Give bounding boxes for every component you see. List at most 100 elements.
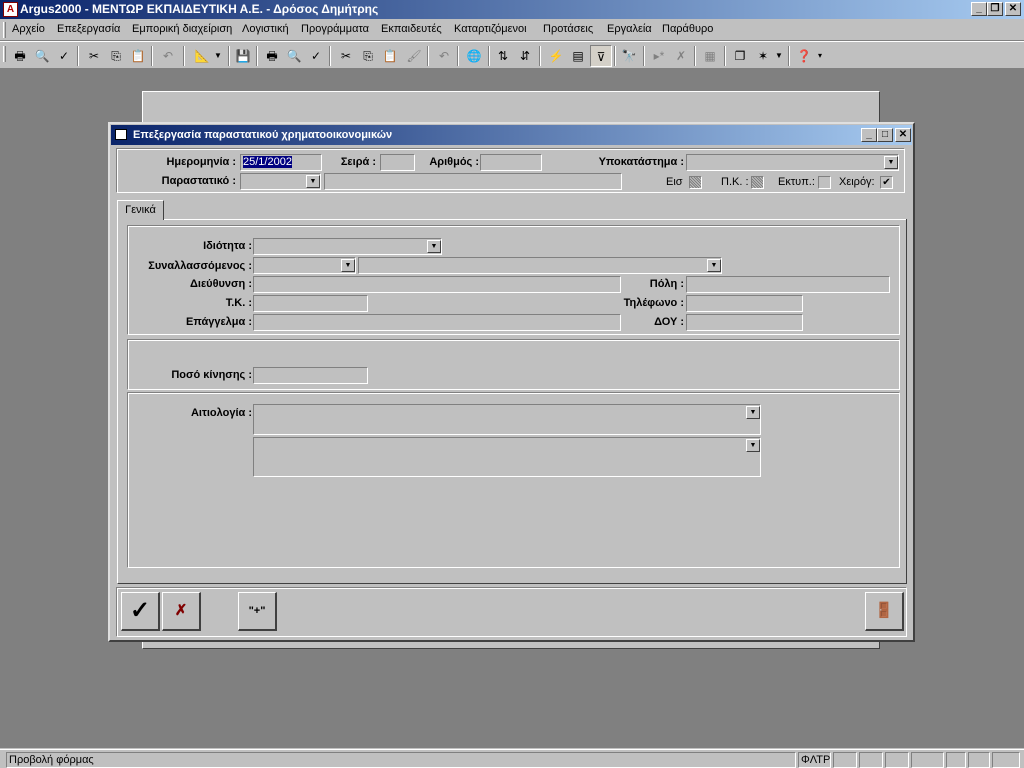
sort-descending-icon[interactable]: ⇵ [514,45,536,67]
database-window-icon[interactable]: ❐ [729,45,751,67]
menu-edit[interactable]: Επεξεργασία [57,23,120,35]
toolbar-separator [228,46,230,66]
copy-icon[interactable]: ⎘ [105,45,127,67]
phone-field[interactable] [686,295,803,312]
checkmark-icon: ✓ [129,597,151,624]
manual-checkbox[interactable]: ✔ [880,176,893,189]
menu-accounting[interactable]: Λογιστική [242,23,289,35]
new-record-icon[interactable]: ▸* [648,45,670,67]
print-icon[interactable]: 🖶 [9,45,31,67]
filter-by-form-icon[interactable]: ▤ [567,45,589,67]
cut-icon[interactable]: ✂ [83,45,105,67]
new-object-dropdown-icon[interactable]: ▼ [773,45,785,67]
branch-combo[interactable]: ▼ [686,154,899,171]
document-label: Παραστατικό : [161,175,236,187]
series-field[interactable] [380,154,415,171]
apply-filter-icon[interactable]: ⊽ [590,45,612,67]
series-label: Σειρά : [340,156,376,168]
undo-icon[interactable]: ↶ [433,45,455,67]
menu-file[interactable]: Αρχείο [12,23,45,35]
status-panel [859,752,883,768]
reason-label: Αιτιολογία : [190,407,252,419]
date-field[interactable]: 25/1/2002 [240,154,322,171]
sort-ascending-icon[interactable]: ⇅ [492,45,514,67]
dialog-close-button[interactable]: ✕ [895,128,911,142]
dialog-maximize-button[interactable]: □ [877,128,893,142]
app-close-button[interactable]: ✕ [1005,2,1021,16]
dialog-minimize-button[interactable]: _ [861,128,877,142]
spelling-icon[interactable]: ✓ [53,45,75,67]
web-icon[interactable]: 🌐 [463,45,485,67]
zip-field[interactable] [253,295,368,312]
add-button[interactable]: "+" [238,592,277,631]
toolbar-separator [183,46,185,66]
undo-icon[interactable]: ↶ [157,45,179,67]
print-label: Εκτυπ.: [778,176,815,188]
document-edit-dialog: Επεξεργασία παραστατικού χρηματοοικονομι… [108,122,915,642]
exit-button[interactable]: 🚪 [865,592,904,631]
amount-field[interactable] [253,367,368,384]
document-description-field[interactable] [324,173,622,190]
app-minimize-button[interactable]: _ [971,2,987,16]
copy-icon[interactable]: ⎘ [357,45,379,67]
app-restore-button[interactable]: ❐ [987,2,1003,16]
toolbar-separator [694,46,696,66]
cut-icon[interactable]: ✂ [335,45,357,67]
paste-icon[interactable]: 📋 [379,45,401,67]
amount-section [127,339,900,390]
menu-trainers[interactable]: Εκπαιδευτές [381,23,442,35]
menu-commerce[interactable]: Εμπορική διαχείριση [132,23,232,35]
chevron-down-icon[interactable]: ▼ [884,156,898,169]
print-checkbox[interactable] [818,176,831,189]
view-icon[interactable]: 📐 [191,45,213,67]
exit-door-icon: 🚪 [874,602,894,619]
print-preview-icon[interactable]: 🔍 [283,45,305,67]
property-combo[interactable]: ▼ [253,238,442,255]
properties-icon[interactable]: ▦ [699,45,721,67]
filter-by-selection-icon[interactable]: ⚡ [545,45,567,67]
counterparty-name-combo[interactable]: ▼ [358,257,722,274]
menu-proposals[interactable]: Προτάσεις [543,23,593,35]
chevron-down-icon[interactable]: ▼ [707,259,721,272]
format-painter-icon[interactable]: 🖌 [403,45,425,67]
reason-combo[interactable]: ▼ [253,404,761,435]
document-type-combo[interactable]: ▼ [240,173,321,190]
new-object-icon[interactable]: ✶ [752,45,774,67]
toolbar-options-icon[interactable]: ▾ [814,45,826,67]
chevron-down-icon[interactable]: ▼ [746,406,760,419]
amount-label: Ποσό κίνησης : [171,369,252,381]
address-field[interactable] [253,276,621,293]
app-logo-icon[interactable]: A [3,2,18,17]
cancel-button[interactable]: ✗ [162,592,201,631]
print-preview-icon[interactable]: 🔍 [31,45,53,67]
doy-field[interactable] [686,314,803,331]
eis-checkbox[interactable] [689,176,702,189]
tab-general[interactable]: Γενικά [117,200,164,220]
menu-tools[interactable]: Εργαλεία [607,23,652,35]
find-icon[interactable]: 🔭 [618,45,640,67]
reason-detail-combo[interactable]: ▼ [253,437,761,477]
counterparty-code-combo[interactable]: ▼ [253,257,356,274]
view-dropdown-icon[interactable]: ▼ [212,45,224,67]
delete-record-icon[interactable]: ✗ [670,45,692,67]
save-icon[interactable]: 💾 [232,45,254,67]
number-field[interactable] [480,154,542,171]
toolbar-separator [457,46,459,66]
chevron-down-icon[interactable]: ▼ [306,175,320,188]
menu-programs[interactable]: Προγράμματα [301,23,369,35]
menu-trainees[interactable]: Καταρτιζόμενοι [454,23,527,35]
chevron-down-icon[interactable]: ▼ [427,240,441,253]
menu-window[interactable]: Παράθυρο [662,23,713,35]
paste-icon[interactable]: 📋 [127,45,149,67]
pk-checkbox[interactable] [751,176,764,189]
chevron-down-icon[interactable]: ▼ [746,439,760,452]
form-icon[interactable] [115,129,127,140]
confirm-button[interactable]: ✓ [121,592,160,631]
chevron-down-icon[interactable]: ▼ [341,259,355,272]
job-field[interactable] [253,314,621,331]
help-icon[interactable]: ❓ [793,45,815,67]
doy-label: ΔΟΥ : [654,316,684,328]
spelling-icon[interactable]: ✓ [305,45,327,67]
city-field[interactable] [686,276,890,293]
print-icon[interactable]: 🖶 [261,45,283,67]
